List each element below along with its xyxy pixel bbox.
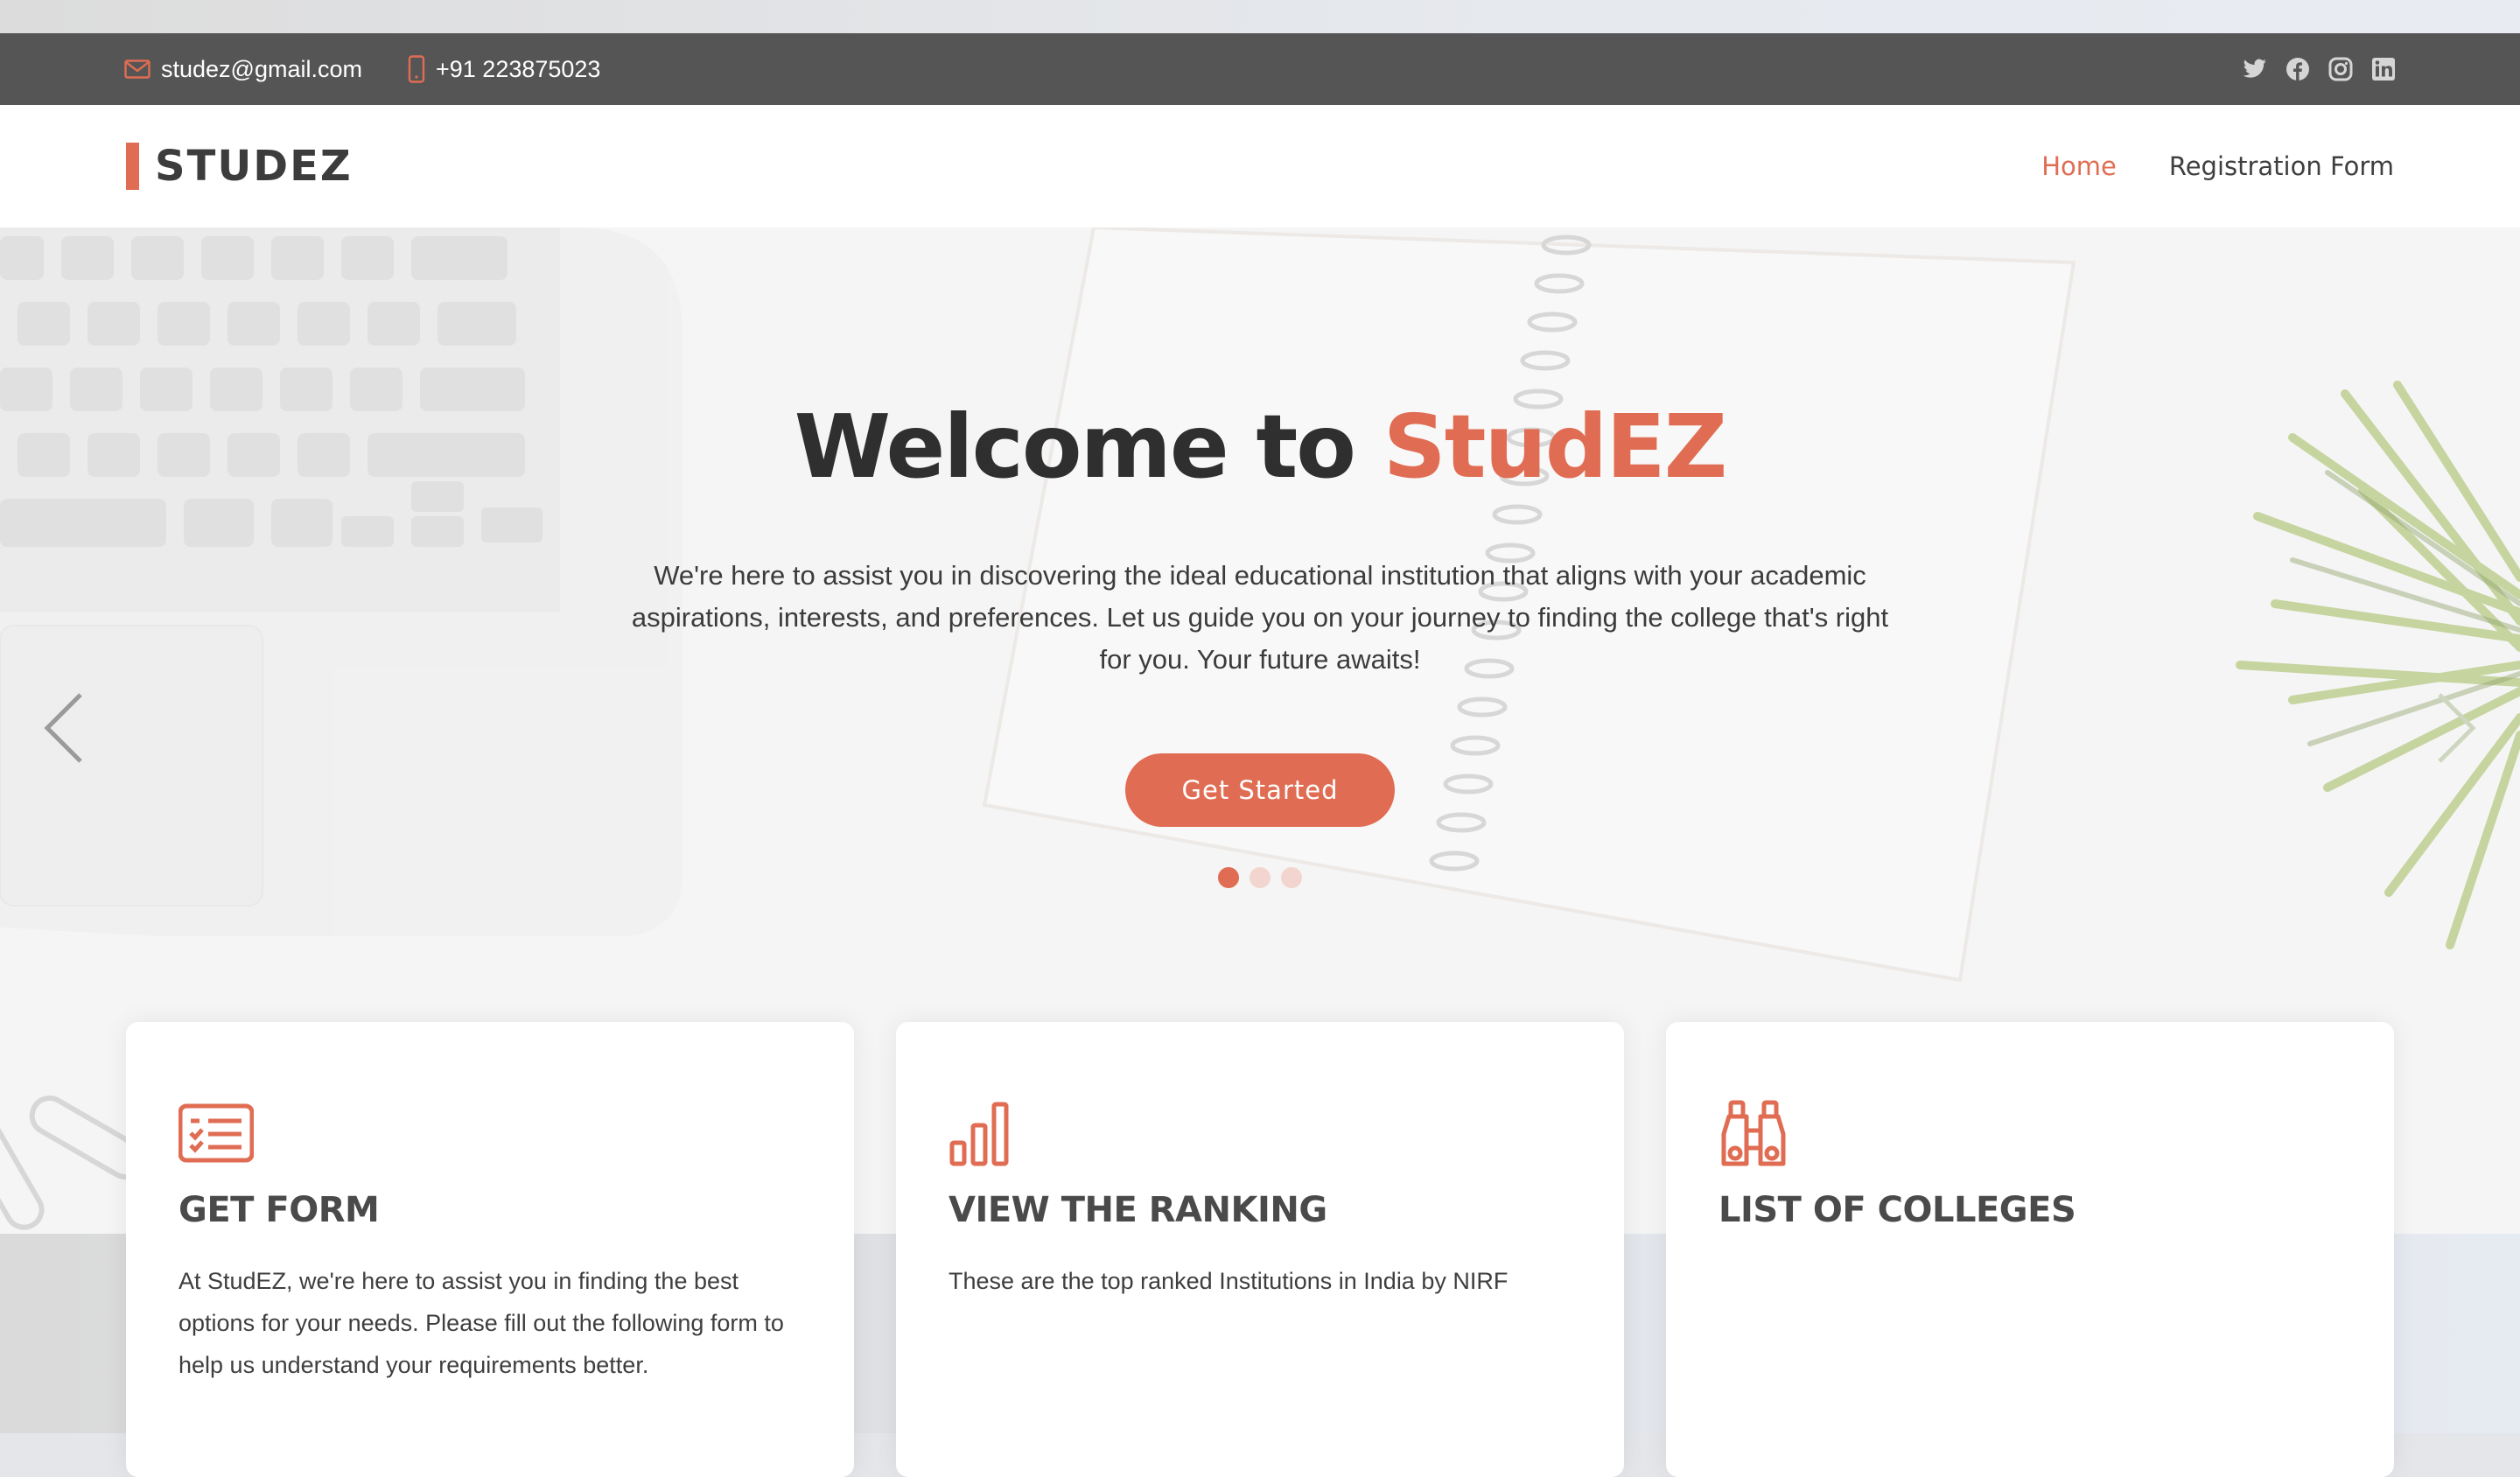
- carousel-dot-1[interactable]: [1218, 867, 1239, 888]
- hero-description: We're here to assist you in discovering …: [631, 560, 1889, 675]
- brand-name: STUDEZ: [155, 142, 353, 191]
- hero-title: Welcome to StudEZ: [0, 396, 2520, 498]
- instagram-icon[interactable]: [2328, 57, 2353, 82]
- envelope-icon: [124, 60, 150, 79]
- card-get-form[interactable]: GET FORM At StudEZ, we're here to assist…: [126, 1022, 854, 1477]
- contact-topbar: studez@gmail.com +91 223875023: [0, 33, 2520, 105]
- chevron-right-icon[interactable]: [2436, 691, 2478, 769]
- facebook-icon[interactable]: [2285, 57, 2310, 82]
- binoculars-icon: [1718, 1097, 1794, 1172]
- browser-top-strip: [0, 0, 2520, 33]
- card-view-ranking[interactable]: VIEW THE RANKING These are the top ranke…: [896, 1022, 1624, 1477]
- carousel-indicators: [1218, 867, 1302, 888]
- card-title: LIST OF COLLEGES: [1718, 1190, 2076, 1230]
- nav-registration-form[interactable]: Registration Form: [2169, 151, 2394, 181]
- phone-text: +91 223875023: [436, 55, 601, 82]
- bar-chart-icon: [948, 1097, 1024, 1172]
- brand-logo[interactable]: STUDEZ: [126, 142, 353, 191]
- card-title: VIEW THE RANKING: [948, 1190, 1327, 1230]
- carousel-dot-2[interactable]: [1250, 867, 1270, 888]
- get-started-button[interactable]: Get Started: [1125, 753, 1395, 827]
- carousel-dot-3[interactable]: [1281, 867, 1302, 888]
- card-description: At StudEZ, we're here to assist you in f…: [178, 1268, 784, 1378]
- card-list-colleges[interactable]: LIST OF COLLEGES: [1666, 1022, 2394, 1477]
- twitter-icon[interactable]: [2242, 57, 2267, 82]
- logo-accent-bar: [126, 143, 139, 190]
- nav-home[interactable]: Home: [2041, 151, 2117, 181]
- email-contact[interactable]: studez@gmail.com: [124, 56, 362, 83]
- social-links: [2242, 33, 2396, 105]
- phone-icon: [408, 55, 425, 83]
- phone-contact[interactable]: +91 223875023: [408, 55, 600, 83]
- linkedin-icon[interactable]: [2370, 57, 2396, 82]
- main-navbar: STUDEZ Home Registration Form: [0, 105, 2520, 228]
- contact-info: studez@gmail.com +91 223875023: [124, 33, 646, 105]
- chevron-left-icon[interactable]: [42, 691, 84, 769]
- email-text: studez@gmail.com: [161, 55, 362, 82]
- hero-title-accent: StudEZ: [1382, 396, 1727, 498]
- card-title: GET FORM: [178, 1190, 380, 1230]
- card-description: These are the top ranked Institutions in…: [948, 1268, 1508, 1294]
- hero-title-prefix: Welcome to: [794, 396, 1383, 498]
- nav-menu: Home Registration Form: [2041, 105, 2394, 228]
- form-checklist-icon: [178, 1097, 255, 1172]
